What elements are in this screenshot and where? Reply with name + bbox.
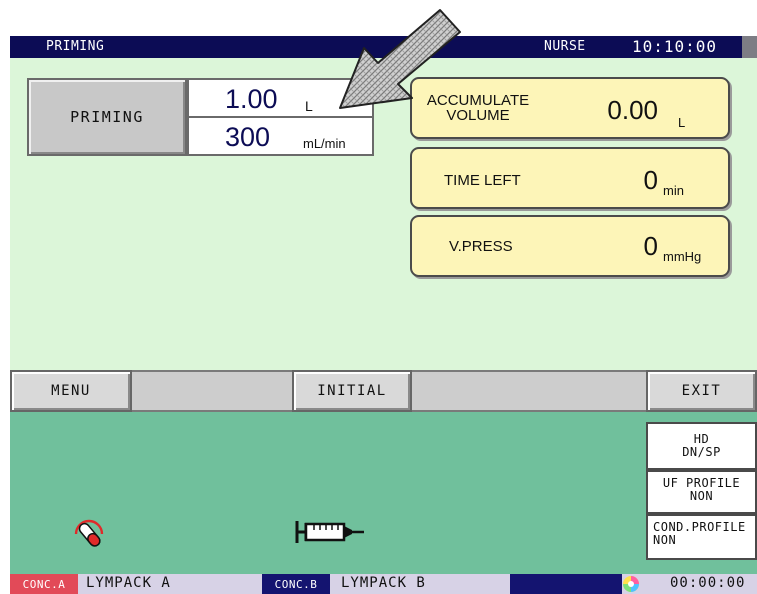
- time-left-unit: min: [663, 183, 684, 198]
- venous-pressure-unit: mmHg: [663, 249, 702, 264]
- initial-button[interactable]: INITIAL: [292, 370, 412, 412]
- venous-pressure-value: 0: [643, 231, 658, 261]
- conc-b-tag: CONC.B: [262, 574, 330, 594]
- venous-pressure-label: V.PRESS: [449, 238, 513, 255]
- status-area: [10, 412, 757, 574]
- menu-button[interactable]: MENU: [10, 370, 132, 412]
- screen-title: PRIMING: [46, 39, 105, 54]
- time-left-value: 0: [643, 165, 658, 195]
- priming-rate-value: 300: [225, 122, 271, 152]
- priming-rate-unit: mL/min: [303, 136, 346, 151]
- time-left-panel: TIME LEFT 0 min: [410, 147, 730, 209]
- cond-profile-box[interactable]: COND.PROFILE NON: [646, 514, 757, 560]
- accumulate-volume-value: 0.00: [607, 95, 658, 125]
- time-left-label: TIME LEFT: [444, 172, 521, 189]
- user-role: NURSE: [544, 39, 586, 54]
- uf-profile-box[interactable]: UF PROFILE NON: [646, 470, 757, 514]
- color-wheel-icon: [623, 576, 639, 592]
- conc-a-tag: CONC.A: [10, 574, 78, 594]
- uf-profile-value: NON: [689, 489, 714, 503]
- status-segment: [510, 574, 622, 594]
- clock: 10:10:00: [632, 37, 718, 56]
- conc-b-name: LYMPACK B: [341, 575, 426, 591]
- accumulate-volume-unit: L: [678, 115, 686, 130]
- treatment-mode-line2: DN/SP: [682, 445, 721, 459]
- pointer-arrow-icon: [339, 9, 461, 109]
- cond-profile-value: NON: [653, 533, 677, 547]
- conc-a-name: LYMPACK A: [86, 575, 171, 591]
- priming-volume-unit: L: [305, 98, 313, 114]
- treatment-mode-box[interactable]: HD DN/SP: [646, 422, 757, 470]
- priming-volume-value: 1.00: [225, 84, 278, 114]
- pressure-gauge-icon: [74, 519, 104, 547]
- topbar-end-block: [742, 36, 757, 58]
- priming-button[interactable]: PRIMING: [27, 78, 187, 156]
- elapsed-time: 00:00:00: [670, 575, 746, 591]
- exit-button[interactable]: EXIT: [646, 370, 757, 412]
- syringe-icon: [295, 521, 364, 543]
- venous-pressure-panel: V.PRESS 0 mmHg: [410, 215, 730, 277]
- priming-rate-field[interactable]: 300 mL/min: [187, 116, 374, 156]
